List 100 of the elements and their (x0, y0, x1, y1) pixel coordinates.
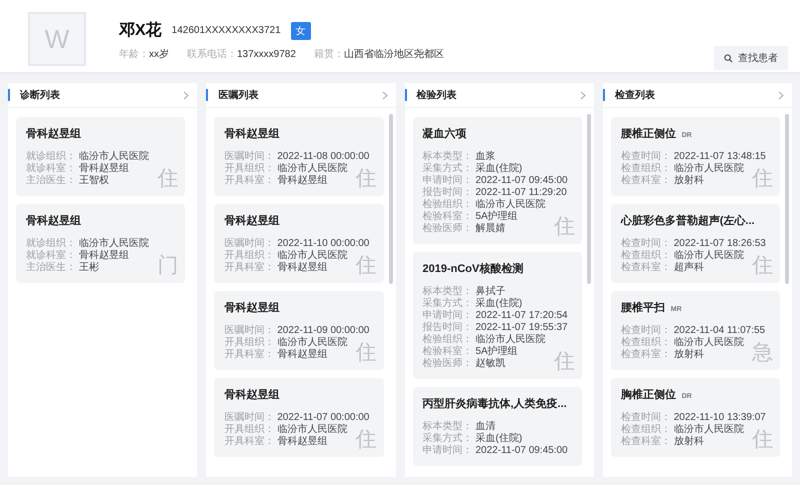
card-title: 骨科赵昱组 (224, 214, 280, 228)
field-value: 2022-11-07 19:55:37 (476, 322, 568, 334)
scrollbar-thumb[interactable] (388, 114, 392, 284)
field-label: 就诊科室： (26, 250, 76, 262)
field-label: 检查时间： (620, 238, 671, 250)
chevron-right-icon[interactable] (183, 90, 190, 100)
gender-tag: 女 (290, 22, 311, 40)
field-value: 骨科赵昱组 (79, 163, 130, 174)
info-label: 年龄： (119, 48, 149, 61)
card-title: 腰椎正侧位 (620, 126, 676, 141)
field-value: 骨科赵昱组 (277, 175, 328, 187)
card-title: 骨科赵昱组 (26, 126, 81, 141)
field-label: 检查时间： (620, 151, 671, 162)
field-value: 临汾市人民医院 (79, 238, 149, 250)
card-title: 2019-nCoV核酸检测 (422, 262, 524, 276)
chevron-right-icon[interactable] (382, 90, 388, 100)
field-label: 主治医生： (26, 175, 76, 187)
chevron-right-icon[interactable] (580, 90, 586, 100)
field-label: 采集方式： (422, 298, 472, 310)
field-label: 检查组织： (620, 250, 671, 262)
field-label: 开具科室： (224, 436, 274, 448)
info-label: 联系电话： (187, 48, 237, 61)
field-label: 标本类型： (422, 286, 472, 298)
field-value: 临汾市人民医院 (277, 163, 348, 174)
field-value: 超声科 (674, 262, 705, 274)
field-value: 赵敏凯 (476, 358, 506, 370)
field-value: 2022-11-07 11:29:20 (476, 187, 568, 198)
field-value: 采血(住院) (476, 433, 524, 445)
field-value: 临汾市人民医院 (277, 424, 348, 436)
field-label: 开具组织： (224, 250, 274, 262)
field-value: 临汾市人民医院 (79, 151, 149, 162)
field-value: 2022-11-07 00:00:00 (277, 412, 370, 424)
field-label: 报告时间： (422, 322, 472, 334)
field-label: 开具科室： (224, 175, 274, 187)
field-value: 2022-11-07 09:45:00 (476, 445, 568, 457)
card-title: 腰椎平扫 (620, 300, 665, 315)
field-value: 2022-11-07 18:26:53 (674, 238, 766, 250)
field-label: 申请时间： (422, 310, 472, 322)
field-label: 医嘱时间： (224, 412, 274, 424)
field-label: 医嘱时间： (224, 325, 274, 337)
card-title: 骨科赵昱组 (224, 388, 280, 402)
field-label: 检查时间： (620, 412, 671, 424)
field-value: 骨科赵昱组 (277, 349, 328, 361)
field-value: 2022-11-04 11:07:55 (674, 325, 766, 336)
card-title: 凝血六项 (422, 126, 466, 141)
scrollbar-thumb[interactable] (785, 114, 789, 284)
field-value: 临汾市人民医院 (476, 334, 546, 346)
field-label: 检验医师： (422, 358, 472, 370)
field-value: 临汾市人民医院 (674, 250, 745, 262)
field-value: 2022-11-08 00:00:00 (277, 151, 370, 162)
field-label: 开具组织： (224, 337, 274, 348)
card-title: 骨科赵昱组 (224, 126, 280, 141)
field-value: 2022-11-07 13:48:15 (674, 151, 766, 162)
card-title: 骨科赵昱组 (224, 300, 280, 315)
card-title: 丙型肝炎病毒抗体,人类免疫... (422, 396, 567, 411)
field-label: 开具科室： (224, 349, 274, 361)
field-label: 开具组织： (224, 163, 274, 174)
field-value: 血浆 (476, 151, 496, 162)
field-label: 检查科室： (620, 175, 671, 187)
field-value: 骨科赵昱组 (277, 436, 328, 448)
search-button[interactable]: 查找患者 (714, 46, 788, 70)
field-label: 报告时间： (422, 187, 472, 198)
field-label: 检验科室： (422, 211, 472, 222)
field-value: 临汾市人民医院 (674, 163, 745, 174)
field-label: 申请时间： (422, 445, 472, 457)
card-title: 心脏彩色多普勒超声(左心... (620, 213, 755, 228)
field-label: 就诊组织： (26, 238, 76, 250)
scrollbar-thumb[interactable] (586, 114, 591, 284)
field-value: 临汾市人民医院 (277, 337, 348, 348)
field-value: 血清 (476, 421, 496, 432)
field-label: 检查科室： (620, 349, 671, 361)
info-value: 137xxxx9782 (237, 48, 296, 60)
field-value: 放射科 (674, 436, 705, 448)
patient-name: 邓X花 (119, 20, 162, 41)
info-value: 山西省临汾地区尧都区 (344, 48, 444, 61)
panel-title: 医嘱列表 (218, 88, 260, 102)
field-value: 鼻拭子 (476, 286, 506, 298)
chevron-right-icon[interactable] (778, 90, 784, 100)
card-title: 骨科赵昱组 (26, 214, 81, 228)
id-number: 142601XXXXXXXX3721 (172, 25, 281, 36)
field-value: 5A护理组 (476, 211, 519, 223)
field-label: 医嘱时间： (224, 151, 274, 163)
field-value: 骨科赵昱组 (277, 262, 328, 274)
field-value: 2022-11-07 17:20:54 (476, 310, 568, 322)
field-value: 临汾市人民医院 (674, 424, 745, 436)
field-label: 检验医师： (422, 223, 472, 235)
panel-title: 检验列表 (416, 88, 458, 102)
card-title: 胸椎正侧位 (620, 388, 676, 402)
field-label: 采集方式： (422, 163, 472, 174)
record-card[interactable]: 丙型肝炎病毒抗体,人类免疫... 标本类型： 血清 采集方式： 采血(住院) 申请时间： 2022-11-07 09:45:00 (412, 387, 582, 466)
field-value: 解晨婧 (476, 223, 506, 235)
field-label: 申请时间： (422, 175, 472, 186)
field-label: 检验科室： (422, 346, 472, 358)
field-label: 医嘱时间： (224, 238, 274, 250)
field-label: 检查科室： (620, 436, 671, 448)
field-value: 临汾市人民医院 (476, 199, 546, 210)
field-label: 检查时间： (620, 325, 671, 336)
field-value: 骨科赵昱组 (79, 250, 130, 262)
field-value: 临汾市人民医院 (674, 337, 745, 348)
field-label: 就诊组织： (26, 151, 76, 162)
